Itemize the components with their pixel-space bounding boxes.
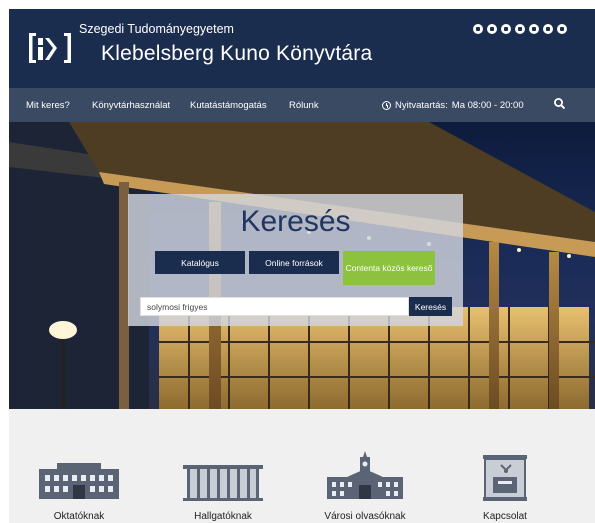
category-label-kapcsolat: Kapcsolat [483,511,527,522]
category-hallgatoknak[interactable]: Hallgatóknak [163,451,283,522]
university-name: Szegedi Tudományegyetem [79,22,234,36]
search-submit-button[interactable]: Keresés [409,297,452,316]
category-kapcsolat[interactable]: Kapcsolat [445,451,565,522]
opening-hours[interactable]: Nyitvatartás: Ma 08:00 - 20:00 [382,100,524,111]
link-icon[interactable] [501,24,511,34]
social-links [473,24,567,34]
category-oktatoknak[interactable]: Oktatóknak [19,451,139,522]
hours-value: Ma 08:00 - 20:00 [451,100,524,111]
tab-online-forrasok[interactable]: Online források [249,251,339,274]
instagram-icon[interactable] [515,24,525,34]
hours-label: Nyitvatartás: [395,100,448,111]
nav-item-mit-keres[interactable]: Mit keres? [26,100,70,111]
clock-icon [382,101,391,110]
search-title: Keresés [240,205,351,238]
audience-links: Oktatóknak Hallgatóknak Városi olvasókna… [9,409,595,523]
category-label-hallgatoknak: Hallgatóknak [194,511,252,522]
library-building-icon [163,451,283,501]
twitter-icon[interactable] [487,24,497,34]
search-input[interactable]: solymosi frigyes [140,297,409,316]
library-name: Klebelsberg Kuno Könyvtára [101,42,373,65]
tab-contenta[interactable]: Contenta közös keresõ [343,251,435,285]
category-label-varosi-olvasoknak: Városi olvasóknak [324,511,406,522]
youtube-icon[interactable] [557,24,567,34]
page: Szegedi Tudományegyetem Klebelsberg Kuno… [9,9,595,523]
university-building-icon [19,451,139,501]
nav-item-konyvtarhasznalat[interactable]: Könyvtárhasználat [92,100,170,111]
nav-item-rolunk[interactable]: Rólunk [289,100,319,111]
search-icon[interactable] [553,97,567,111]
facebook-icon[interactable] [473,24,483,34]
tab-katalogus[interactable]: Katalógus [155,251,245,274]
nav-item-kutatastamogatas[interactable]: Kutatástámogatás [190,100,267,111]
mailbox-icon [445,451,565,501]
search-panel: Keresés Katalógus Online források Conten… [128,194,463,326]
messenger-icon[interactable] [543,24,553,34]
hero-banner: Keresés Katalógus Online források Conten… [9,122,595,409]
category-label-oktatoknak: Oktatóknak [53,511,105,522]
category-varosi-olvasoknak[interactable]: Városi olvasóknak [305,451,425,522]
site-header: Szegedi Tudományegyetem Klebelsberg Kuno… [9,9,595,88]
town-hall-icon [305,451,425,501]
main-nav: Mit keres? Könyvtárhasználat Kutatástámo… [9,88,595,122]
photo-icon[interactable] [529,24,539,34]
library-logo[interactable] [25,30,75,66]
